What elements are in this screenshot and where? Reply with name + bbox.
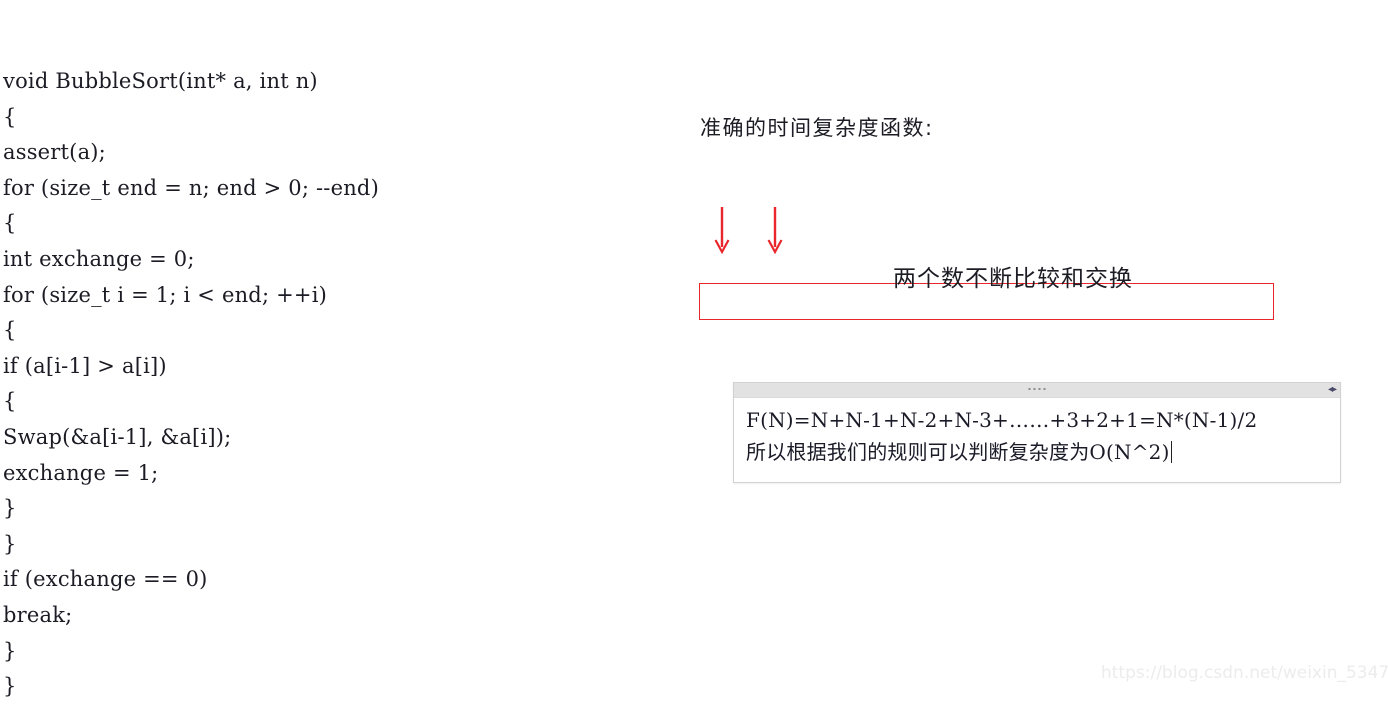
textbox-titlebar[interactable]: ◂▸ (734, 383, 1340, 398)
horizontal-resize-icon[interactable]: ◂▸ (1328, 384, 1337, 396)
code-line: Swap(&a[i-1], &a[i]); (3, 424, 232, 449)
formula-line-text: 所以根据我们的规则可以判断复杂度为O(N^2) (746, 440, 1170, 464)
watermark: https://blog.csdn.net/weixin_53472920 (1101, 663, 1388, 683)
code-line: for (size_t i = 1; i < end; ++i) (3, 282, 328, 307)
code-line: } (3, 674, 17, 699)
code-line: void BubbleSort(int* a, int n) (3, 69, 318, 93)
code-line: { (3, 318, 17, 343)
formula-textbox-widget[interactable]: ◂▸ F(N)=N+N-1+N-2+N-3+……+3+2+1=N*(N-1)/2… (733, 382, 1341, 483)
code-line: assert(a); (3, 140, 106, 165)
red-highlight-rectangle (699, 283, 1274, 320)
code-line: { (3, 104, 17, 129)
code-line: if (a[i-1] > a[i]) (3, 353, 167, 378)
code-line: int exchange = 0; (3, 246, 195, 271)
code-listing: void BubbleSort(int* a, int n) { assert(a)… (3, 64, 563, 705)
formula-text-content[interactable]: F(N)=N+N-1+N-2+N-3+……+3+2+1=N*(N-1)/2 所以… (734, 398, 1340, 468)
formula-line: F(N)=N+N-1+N-2+N-3+……+3+2+1=N*(N-1)/2 (746, 408, 1258, 432)
code-line: } (3, 638, 17, 663)
text-caret (1170, 441, 1172, 463)
code-line: break; (3, 602, 73, 627)
code-line: } (3, 496, 17, 521)
highlight-annotation-label: 两个数不断比较和交换 (893, 266, 1133, 292)
code-line: for (size_t end = n; end > 0; --end) (3, 175, 379, 200)
red-down-arrow-icon (714, 207, 730, 255)
code-line: if (exchange == 0) (3, 567, 208, 592)
formula-line: 所以根据我们的规则可以判断复杂度为O(N^2) (746, 436, 1330, 468)
code-line: { (3, 389, 17, 414)
red-down-arrow-icon (767, 207, 783, 255)
code-line: exchange = 1; (3, 460, 159, 485)
code-line: { (3, 211, 17, 236)
section-title: 准确的时间复杂度函数: (700, 116, 934, 140)
drag-grip-icon[interactable] (1028, 388, 1046, 390)
code-line: } (3, 531, 17, 556)
